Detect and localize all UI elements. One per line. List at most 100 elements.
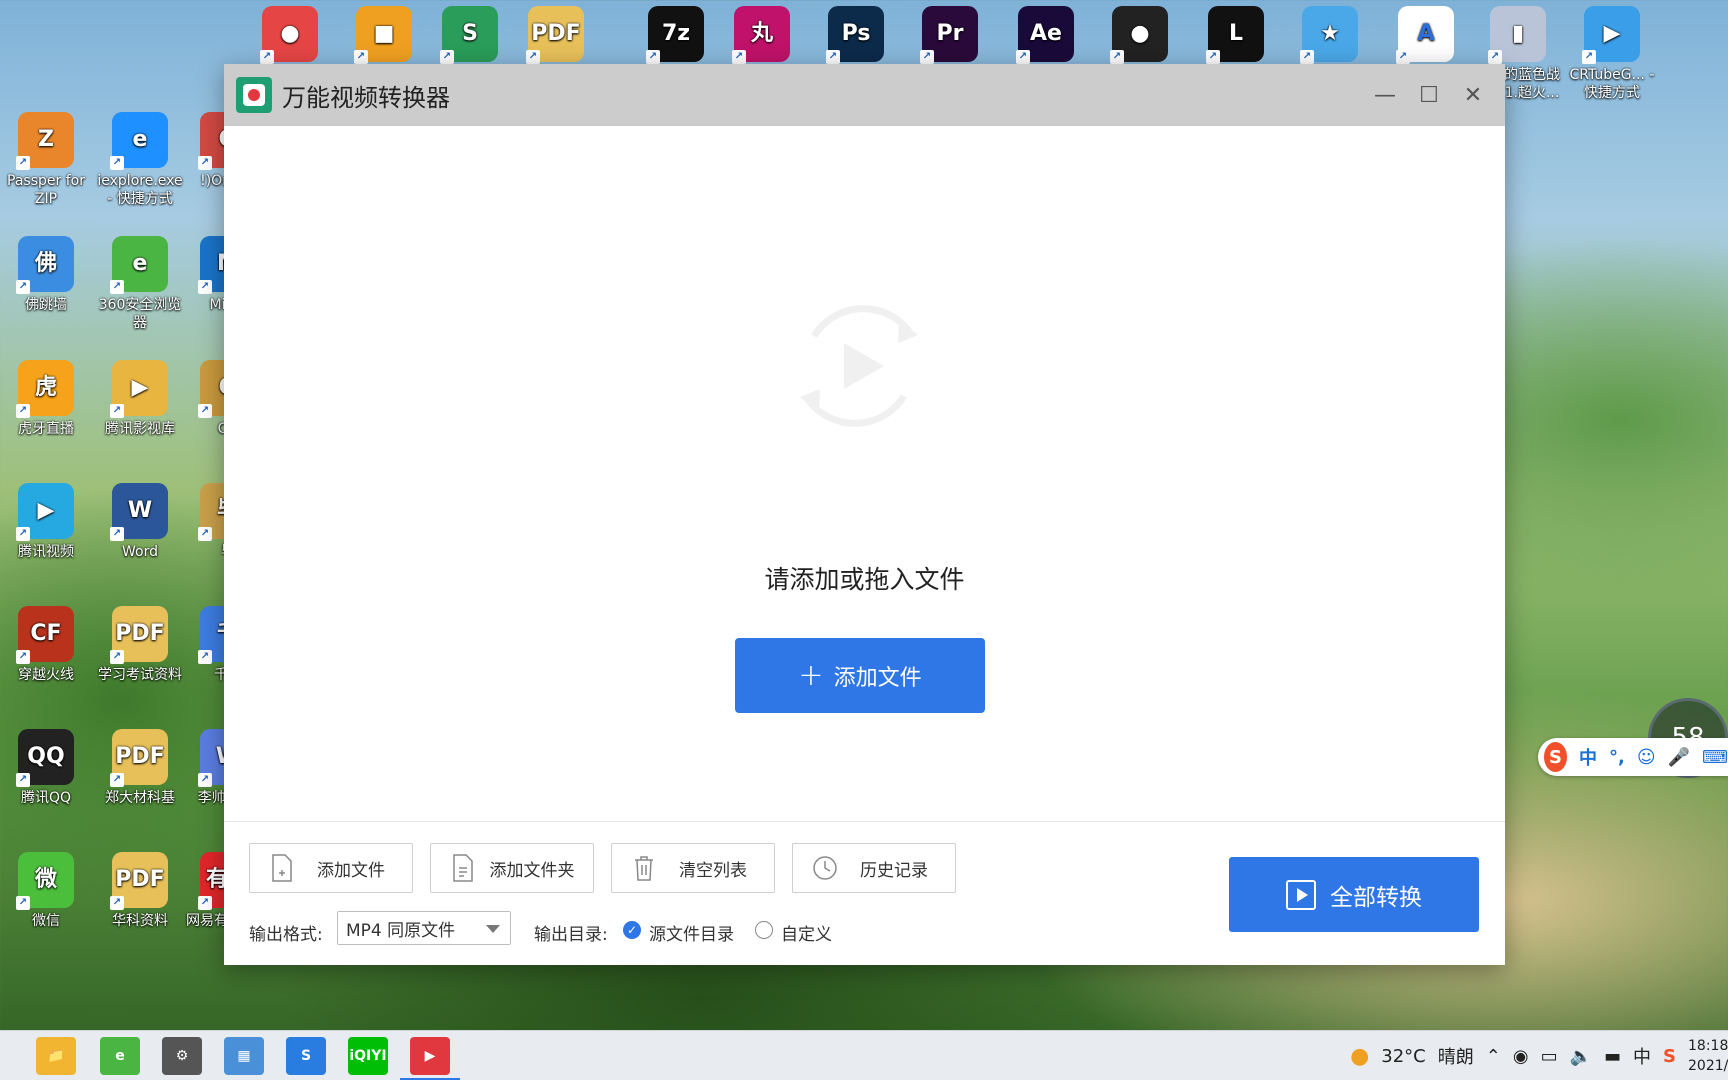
ime-chinese-mode[interactable]: 中 <box>1579 744 1597 770</box>
clock-time: 18:18 <box>1688 1038 1728 1054</box>
app-shortcut-icon: A <box>1396 6 1454 64</box>
desktop-shortcut[interactable]: 微微信 <box>0 852 92 930</box>
clock-date: 2021/8/ <box>1688 1058 1728 1074</box>
empty-hint-text: 请添加或拖入文件 <box>764 565 965 594</box>
app-shortcut-icon: 7z <box>646 6 704 64</box>
taskbar-360-browser-icon[interactable]: e <box>100 1037 140 1075</box>
ime-voice-icon[interactable]: 🎤 <box>1668 747 1690 768</box>
app-shortcut-icon: Pr <box>920 6 978 64</box>
desktop-shortcut[interactable]: PDF <box>510 6 602 66</box>
sogou-ime-logo-icon[interactable]: S <box>1544 742 1567 772</box>
input-method-indicator[interactable]: 中 <box>1633 1043 1651 1069</box>
desktop-shortcut-label: Passper for ZIP <box>7 173 85 207</box>
close-button[interactable]: ✕ <box>1451 64 1495 126</box>
desktop-shortcut[interactable]: QQ 腾讯QQ <box>0 729 92 807</box>
desktop-shortcut[interactable]: ▶CRTubeG... - 快捷方式 <box>1566 6 1658 102</box>
minimize-button[interactable]: — <box>1363 64 1407 126</box>
desktop-shortcut-label: 腾讯视频 <box>18 544 74 560</box>
weather-temp[interactable]: 32°C <box>1381 1046 1425 1067</box>
network-icon[interactable]: ▭ <box>1541 1046 1558 1067</box>
desktop-shortcut[interactable]: Ps <box>810 6 902 66</box>
desktop-shortcut[interactable]: W Word <box>94 483 186 561</box>
history-button[interactable]: 历史记录 <box>792 843 956 893</box>
app-shortcut-icon: Ps <box>826 6 884 64</box>
battery-icon[interactable]: ▬ <box>1604 1046 1621 1067</box>
desktop-shortcut-label: 郑大材科基 <box>105 790 175 806</box>
ime-emoji-icon[interactable]: ☺ <box>1637 747 1656 768</box>
desktop-shortcut[interactable]: ▶ 腾讯视频 <box>0 483 92 561</box>
radio-custom-dir[interactable] <box>755 921 773 939</box>
convert-all-button[interactable]: 全部转换 <box>1229 857 1479 932</box>
app-shortcut-icon: S <box>440 6 498 64</box>
add-file-button[interactable]: 添加文件 <box>249 843 413 893</box>
taskbar-video-converter-icon[interactable]: ▶ <box>400 1037 460 1080</box>
desktop-shortcut-label: 华科资料 <box>112 913 168 929</box>
taskbar-control-panel-icon[interactable]: ▦ <box>224 1037 264 1075</box>
desktop-shortcut[interactable]: ZPassper for ZIP <box>0 112 92 208</box>
clear-list-button[interactable]: 清空列表 <box>611 843 775 893</box>
app-shortcut-icon: 虎 <box>16 360 74 418</box>
output-format-value: MP4 同原文件 <box>346 920 456 941</box>
ime-toolbar[interactable]: S 中 °, ☺ 🎤 ⌨ <box>1538 738 1728 776</box>
desktop-shortcut[interactable]: 佛佛跳墙 <box>0 236 92 314</box>
desktop-shortcut[interactable]: L <box>1190 6 1282 66</box>
desktop-shortcut-label: CRTubeG... - 快捷方式 <box>1569 67 1655 101</box>
sogou-tray-icon[interactable]: S <box>1663 1046 1676 1067</box>
desktop-shortcut[interactable]: ■ <box>338 6 430 66</box>
taskbar-sogou-browser-icon[interactable]: S <box>286 1037 326 1075</box>
desktop-shortcut[interactable]: 虎虎牙直播 <box>0 360 92 438</box>
app-shortcut-icon: Z <box>16 112 74 170</box>
weather-desc[interactable]: 晴朗 <box>1438 1043 1474 1069</box>
taskbar-settings-icon[interactable]: ⚙ <box>162 1037 202 1075</box>
add-folder-button[interactable]: 添加文件夹 <box>430 843 594 893</box>
chevron-down-icon <box>486 925 500 933</box>
desktop-shortcut[interactable]: A <box>1380 6 1472 66</box>
desktop-shortcut[interactable]: 7z <box>630 6 722 66</box>
chevron-up-icon[interactable]: ⌃ <box>1486 1046 1501 1067</box>
volume-icon[interactable]: 🔈 <box>1570 1046 1592 1067</box>
desktop-shortcut[interactable]: CF 穿越火线 <box>0 606 92 684</box>
desktop-shortcut[interactable]: e360安全浏览器 <box>94 236 186 332</box>
desktop-shortcut[interactable]: PDF 华科资料 <box>94 852 186 930</box>
app-shortcut-icon: L <box>1206 6 1264 64</box>
ime-keyboard-icon[interactable]: ⌨ <box>1702 747 1728 768</box>
ime-punctuation-icon[interactable]: °, <box>1609 747 1625 768</box>
desktop-shortcut[interactable]: PDF 学习考试资料 <box>94 606 186 684</box>
app-logo-icon <box>236 77 272 113</box>
desktop-shortcut[interactable]: Ae <box>1000 6 1092 66</box>
app-shortcut-icon: Ae <box>1016 6 1074 64</box>
radio-custom-dir-label[interactable]: 自定义 <box>781 920 832 945</box>
app-shortcut-icon: ▶ <box>1582 6 1640 64</box>
desktop-shortcut[interactable]: PDF 郑大材科基 <box>94 729 186 807</box>
desktop-shortcut[interactable]: ● <box>1094 6 1186 66</box>
clock[interactable]: 18:18 2021/8/ <box>1688 1036 1728 1076</box>
sun-icon[interactable]: ● <box>1350 1044 1369 1069</box>
radio-source-dir-label[interactable]: 源文件目录 <box>649 920 734 945</box>
desktop-shortcut[interactable]: 丸 <box>716 6 808 66</box>
desktop-shortcut[interactable]: ★ <box>1284 6 1376 66</box>
desktop-shortcut[interactable]: Pr <box>904 6 996 66</box>
add-file-main-button[interactable]: + 添加文件 <box>735 638 985 713</box>
title-bar[interactable]: 万能视频转换器 — ☐ ✕ <box>224 64 1505 126</box>
maximize-button[interactable]: ☐ <box>1407 64 1451 126</box>
desktop-shortcut[interactable]: ▶ 腾讯影视库 <box>94 360 186 438</box>
desktop-shortcut[interactable]: S <box>424 6 516 66</box>
convert-play-icon <box>800 305 918 427</box>
desktop-shortcut[interactable]: ● <box>244 6 336 66</box>
desktop-shortcut-label: Word <box>122 544 158 560</box>
radio-source-dir[interactable] <box>623 921 641 939</box>
taskbar-iqiyi-icon[interactable]: iQIYI <box>348 1037 388 1075</box>
taskbar-file-explorer-icon[interactable]: 📁 <box>36 1037 76 1075</box>
qq-tray-icon[interactable]: ◉ <box>1513 1046 1529 1067</box>
file-drop-area[interactable]: 请添加或拖入文件 + 添加文件 <box>224 126 1505 883</box>
desktop-shortcut[interactable]: eiexplore.exe - 快捷方式 <box>94 112 186 208</box>
app-shortcut-icon: PDF <box>110 852 168 910</box>
folder-add-icon <box>443 854 483 882</box>
app-shortcut-icon: PDF <box>110 729 168 787</box>
system-tray: ● 32°C 晴朗 ⌃ ◉ ▭ 🔈 ▬ 中 S 18:18 2021/8/ <box>1350 1031 1728 1080</box>
output-format-select[interactable]: MP4 同原文件 <box>337 911 511 945</box>
window-title: 万能视频转换器 <box>282 83 450 112</box>
app-shortcut-icon: 丸 <box>732 6 790 64</box>
taskbar: 📁 e ⚙ ▦ SiQIYI ▶ ● 32°C 晴朗 ⌃ ◉ ▭ 🔈 ▬ 中 S 18:1… <box>0 1030 1728 1080</box>
desktop-shortcut-label: 微信 <box>32 913 60 929</box>
